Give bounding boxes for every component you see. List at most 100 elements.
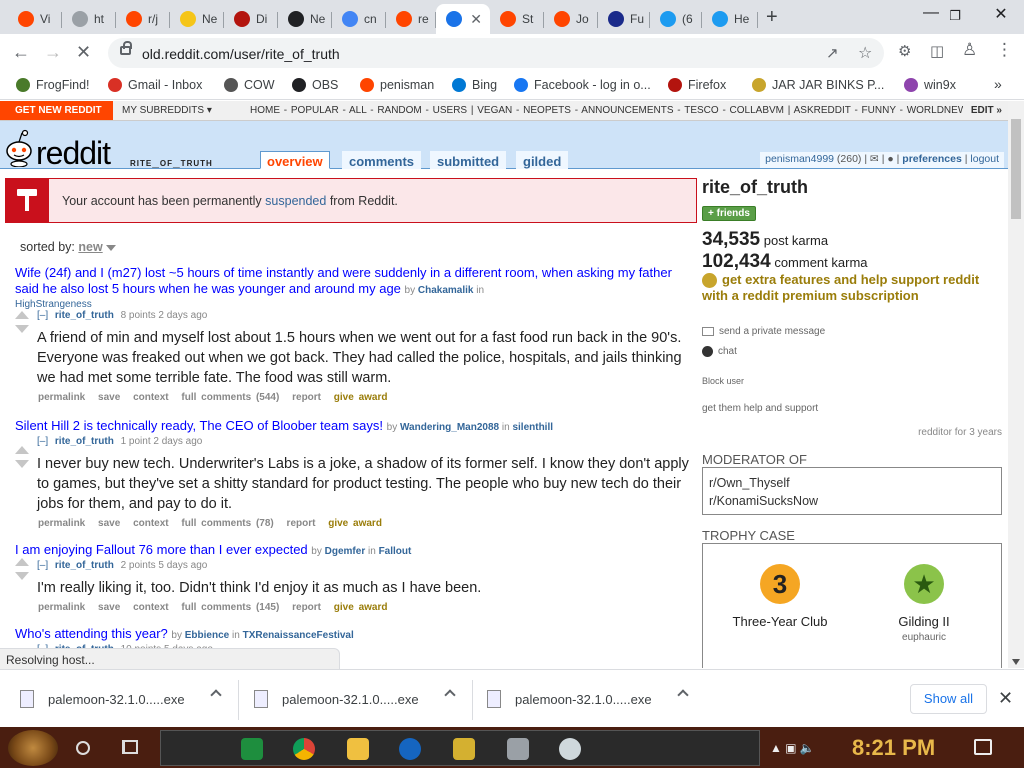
- browser-tab[interactable]: ✕: [436, 4, 490, 34]
- close-window-button[interactable]: ✕: [978, 4, 1024, 24]
- download-filename[interactable]: palemoon-32.1.0.....exe: [48, 692, 185, 707]
- bookmark-item[interactable]: FrogFind!: [16, 78, 90, 92]
- full-comments-link[interactable]: full comments (544): [181, 392, 279, 403]
- bookmark-item[interactable]: Bing: [452, 78, 497, 92]
- collapse-toggle[interactable]: [–]: [37, 436, 48, 447]
- menu-icon[interactable]: ⋮: [996, 40, 1013, 60]
- subreddit-link[interactable]: TXRenaissanceFestival: [243, 630, 354, 641]
- preferences-link[interactable]: preferences: [902, 153, 962, 165]
- stop-loading-button[interactable]: ✕: [76, 42, 91, 63]
- tab-submitted[interactable]: submitted: [430, 151, 507, 169]
- chat-icon[interactable]: ●: [887, 153, 893, 165]
- subreddit-link[interactable]: Fallout: [379, 546, 412, 557]
- browser-tab[interactable]: re: [386, 4, 436, 34]
- browser-tab[interactable]: (6: [650, 4, 702, 34]
- send-message-link[interactable]: send a private message: [702, 326, 825, 337]
- browser-tab[interactable]: Di: [224, 4, 278, 34]
- search-circle-icon[interactable]: [76, 741, 90, 755]
- browser-tab[interactable]: r/j: [116, 4, 170, 34]
- link-title[interactable]: Wife (24f) and I (m27) lost ~5 hours of …: [15, 265, 672, 296]
- my-subreddits-dropdown[interactable]: MY SUBREDDITS ▾: [122, 105, 212, 116]
- page-scrollbar[interactable]: [1008, 101, 1024, 668]
- subreddit-links[interactable]: HOME - POPULAR - ALL - RANDOM - USERS | …: [250, 105, 993, 116]
- browser-tab[interactable]: He: [702, 4, 758, 34]
- collapse-toggle[interactable]: [–]: [37, 310, 48, 321]
- more-bookmarks-button[interactable]: »: [994, 76, 1002, 92]
- browser-tab[interactable]: St: [490, 4, 544, 34]
- full-comments-link[interactable]: full comments (145): [181, 602, 279, 613]
- permalink-link[interactable]: permalink: [38, 602, 85, 613]
- bookmark-item[interactable]: penisman: [360, 78, 434, 92]
- mod-sub-link[interactable]: r/Own_Thyself: [709, 474, 995, 492]
- trophy-three-year[interactable]: 3 Three-Year Club: [705, 564, 855, 629]
- block-user-link[interactable]: Block user: [702, 376, 744, 386]
- browser-app-icon[interactable]: [399, 738, 421, 760]
- suspended-link[interactable]: suspended: [265, 194, 326, 208]
- scrollbar-thumb[interactable]: [1011, 119, 1021, 219]
- add-friend-button[interactable]: + friends: [702, 206, 756, 221]
- bookmark-item[interactable]: Firefox: [668, 78, 726, 92]
- task-view-icon[interactable]: [122, 740, 138, 754]
- forward-button[interactable]: →: [44, 42, 62, 63]
- start-button[interactable]: [8, 730, 58, 766]
- app-icon[interactable]: [507, 738, 529, 760]
- notification-icon[interactable]: [974, 739, 992, 755]
- mod-sub-link[interactable]: r/KonamiSucksNow: [709, 492, 995, 510]
- chrome-app-icon[interactable]: [293, 738, 315, 760]
- op-author[interactable]: Chakamalik: [418, 285, 474, 296]
- new-tab-button[interactable]: +: [766, 6, 778, 29]
- system-tray[interactable]: ▲ ▣ 🔈: [770, 741, 815, 755]
- show-all-downloads-button[interactable]: Show all: [910, 684, 987, 714]
- edit-subreddits-link[interactable]: EDIT »: [962, 101, 1008, 120]
- download-item[interactable]: palemoon-32.1.0.....exe: [487, 686, 689, 712]
- bookmark-item[interactable]: JAR JAR BINKS P...: [752, 78, 884, 92]
- download-filename[interactable]: palemoon-32.1.0.....exe: [282, 692, 419, 707]
- tab-comments[interactable]: comments: [342, 151, 422, 169]
- get-help-link[interactable]: get them help and support: [702, 403, 818, 414]
- link-title[interactable]: Silent Hill 2 is technically ready, The …: [15, 418, 383, 433]
- notes-app-icon[interactable]: [453, 738, 475, 760]
- comment-author[interactable]: rite_of_truth: [55, 560, 114, 571]
- scroll-down-arrow-icon[interactable]: [1012, 659, 1020, 665]
- context-link[interactable]: context: [133, 518, 169, 529]
- logout-link[interactable]: logout: [970, 153, 999, 165]
- comment-author[interactable]: rite_of_truth: [55, 310, 114, 321]
- taskbar-clock[interactable]: 8:21 PM: [852, 735, 935, 761]
- bookmark-item[interactable]: Gmail - Inbox: [108, 78, 202, 92]
- save-link[interactable]: save: [98, 518, 120, 529]
- tab-overview[interactable]: overview: [260, 151, 330, 169]
- orb-app-icon[interactable]: [559, 738, 581, 760]
- sheets-app-icon[interactable]: [241, 738, 263, 760]
- op-author[interactable]: Ebbience: [185, 630, 229, 641]
- give-award-link[interactable]: give award: [334, 392, 388, 403]
- bookmark-item[interactable]: COW: [224, 78, 275, 92]
- download-filename[interactable]: palemoon-32.1.0.....exe: [515, 692, 652, 707]
- restore-button[interactable]: ❐: [932, 8, 978, 24]
- full-comments-link[interactable]: full comments (78): [181, 518, 273, 529]
- chevron-up-icon[interactable]: [677, 689, 689, 701]
- browser-tab[interactable]: Fu: [598, 4, 650, 34]
- subreddit-link[interactable]: HighStrangeness: [15, 299, 695, 310]
- premium-text[interactable]: get extra features and help support redd…: [702, 272, 979, 303]
- username-link[interactable]: penisman4999: [765, 153, 834, 165]
- browser-tab[interactable]: cn: [332, 4, 386, 34]
- permalink-link[interactable]: permalink: [38, 518, 85, 529]
- browser-tab[interactable]: Ne: [278, 4, 332, 34]
- comment-author[interactable]: rite_of_truth: [55, 436, 114, 447]
- upvote-icon[interactable]: [15, 558, 29, 566]
- browser-tab[interactable]: Jo: [544, 4, 598, 34]
- save-link[interactable]: save: [98, 602, 120, 613]
- link-title[interactable]: I am enjoying Fallout 76 more than I eve…: [15, 542, 308, 557]
- extensions-icon[interactable]: ⚙: [898, 42, 911, 60]
- subreddit-link[interactable]: silenthill: [512, 422, 553, 433]
- context-link[interactable]: context: [133, 392, 169, 403]
- file-explorer-icon[interactable]: [347, 738, 369, 760]
- sort-dropdown-icon[interactable]: [105, 244, 116, 251]
- close-tab-icon[interactable]: ✕: [470, 11, 482, 28]
- report-link[interactable]: report: [287, 518, 316, 529]
- lock-icon[interactable]: [120, 41, 132, 55]
- url-text[interactable]: old.reddit.com/user/rite_of_truth: [142, 46, 340, 62]
- browser-tab[interactable]: ht: [62, 4, 116, 34]
- address-bar[interactable]: old.reddit.com/user/rite_of_truth ↗ ☆: [108, 38, 884, 68]
- op-author[interactable]: Dgemfer: [325, 546, 366, 557]
